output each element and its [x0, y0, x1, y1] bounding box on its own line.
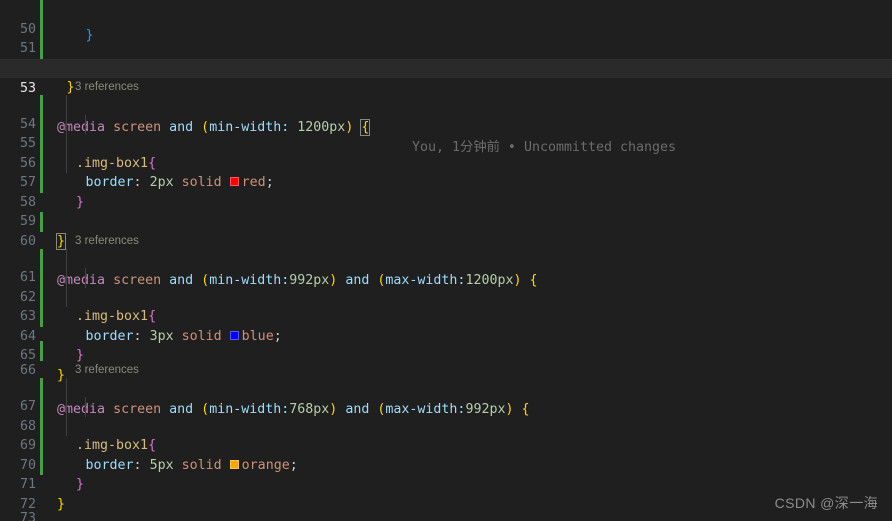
editor-line-58[interactable]: 58 }	[0, 173, 892, 250]
editor-line-68[interactable]: 68 border: 5px solid orange;	[0, 397, 892, 473]
editor-line-61[interactable]: 61 .img-box1{	[0, 249, 892, 324]
editor-line-57[interactable]: 57	[0, 154, 892, 190]
csdn-watermark: CSDN @深一海	[774, 494, 878, 511]
editor-line-70[interactable]: 70 }	[0, 436, 892, 512]
editor-line-59[interactable]: 59	[0, 193, 892, 229]
codelens-references[interactable]: 3 references	[75, 362, 139, 379]
editor-line-51[interactable]: 51 }	[0, 20, 892, 95]
editor-line-50[interactable]: 50 }	[0, 0, 892, 76]
editor-line-74[interactable]: 74	[0, 509, 892, 521]
editor-line-62[interactable]: 62 border: 3px solid blue;	[0, 268, 892, 344]
editor-line-73[interactable]: 73 </style>	[0, 489, 892, 521]
editor-line-64[interactable]: 64 }	[0, 307, 892, 383]
code-editor[interactable]: } 50 } 51 } 52 53 @media screen and (min…	[0, 0, 892, 521]
codelens-references[interactable]: 3 references	[75, 233, 139, 250]
editor-line-66[interactable]: 66 @media screen and (min-width:768px) a…	[0, 341, 892, 417]
editor-line-53-active[interactable]: 53 @media screen and (min-width: 1200px)…	[0, 58, 892, 155]
codelens-references[interactable]: 3 references	[75, 79, 139, 96]
editor-line-71[interactable]: 71	[0, 456, 892, 492]
editor-line-55[interactable]: 55 border: 2px solid red;	[0, 115, 892, 190]
editor-line-54[interactable]: 54 .img-box1{	[0, 95, 892, 171]
editor-line-69[interactable]: 69 }	[0, 417, 892, 492]
editor-line-56[interactable]: 56 }	[0, 134, 892, 210]
closing-brace: }	[66, 80, 75, 95]
editor-line-60[interactable]: 60 @media screen and (min-width:992px) a…	[0, 212, 892, 288]
closing-brace-matched: }	[55, 232, 67, 250]
editor-line-67[interactable]: 67 .img-box1{	[0, 378, 892, 453]
editor-line-52[interactable]: 52	[0, 39, 892, 76]
editor-line-63[interactable]: 63 }	[0, 288, 892, 363]
